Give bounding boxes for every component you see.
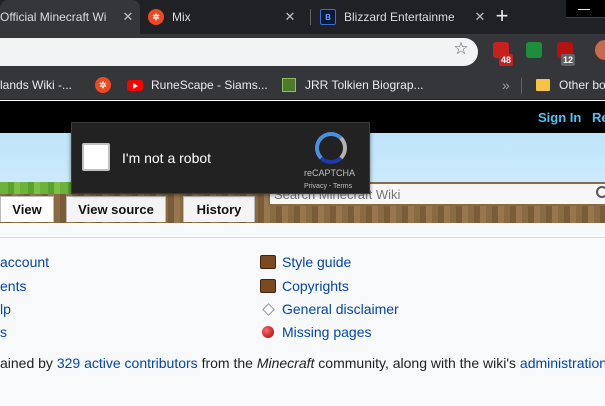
folder-icon: [535, 77, 551, 93]
screen: Official Minecraft Wi ✕ ✲ Mix ✕ B Blizza…: [0, 0, 605, 406]
missing-pages-link[interactable]: Missing pages: [260, 324, 372, 340]
minecraft-name: Minecraft: [256, 355, 315, 371]
tab-title: Blizzard Entertainme: [344, 10, 454, 24]
link-label: Copyrights: [282, 278, 349, 294]
left-link-account[interactable]: account: [0, 254, 49, 270]
close-icon[interactable]: ✕: [282, 9, 298, 25]
tab-view-source[interactable]: View source: [66, 196, 166, 222]
footer-after: community, along with the wiki's: [314, 355, 520, 371]
bookmarks-separator: [521, 78, 522, 94]
link-label: General disclaimer: [282, 301, 399, 317]
left-link-lp[interactable]: lp: [0, 301, 11, 317]
recaptcha-checkbox[interactable]: [82, 143, 110, 171]
administration-link[interactable]: administration: [520, 355, 605, 371]
bookmarks-bar: lands Wiki -... ✲ RuneScape - Siams... J…: [0, 70, 605, 100]
browser-toolbar: [0, 34, 605, 70]
address-bar[interactable]: [0, 38, 478, 66]
recaptcha-logo-icon: [315, 132, 347, 164]
close-icon[interactable]: ✕: [120, 9, 136, 25]
bookmark-runescape[interactable]: RuneScape - Siams...: [127, 70, 268, 100]
style-guide-link[interactable]: Style guide: [260, 254, 351, 270]
youtube-icon: [127, 77, 143, 93]
bookmarks-overflow-icon[interactable]: »: [502, 77, 510, 93]
recaptcha-privacy-terms[interactable]: Privacy - Terms: [304, 183, 352, 190]
red-ball-icon: [262, 326, 274, 338]
left-link-ents[interactable]: ents: [0, 278, 26, 294]
tab-counter-badge: 12: [561, 54, 576, 66]
copyrights-link[interactable]: Copyrights: [260, 278, 349, 294]
wiki-footer-text: ained by 329 active contributors from th…: [0, 355, 605, 371]
jrr-icon: [281, 77, 297, 93]
tab-title: Mix: [172, 10, 191, 24]
content-divider: [0, 237, 605, 238]
contributors-link[interactable]: 329 active contributors: [57, 355, 198, 371]
bookmark-jrr-tolkien[interactable]: JRR Tolkien Biograp...: [281, 70, 424, 100]
link-label: Missing pages: [282, 324, 372, 340]
book-icon: [260, 255, 276, 269]
bookmark-mix[interactable]: ✲: [95, 70, 119, 100]
mix-icon: ✲: [95, 77, 111, 93]
minimize-window-button[interactable]: [566, 0, 605, 18]
recaptcha-brand: reCAPTCHA: [304, 168, 356, 178]
tab-blizzard[interactable]: B Blizzard Entertainme ✕: [320, 0, 488, 34]
close-icon[interactable]: ✕: [472, 9, 488, 25]
browser-tab-strip: Official Minecraft Wi ✕ ✲ Mix ✕ B Blizza…: [0, 0, 605, 34]
blizzard-icon: B: [320, 9, 336, 25]
bookmark-lands-wiki[interactable]: lands Wiki -...: [0, 70, 72, 100]
footer-middle: from the: [197, 355, 257, 371]
bookmark-label: lands Wiki -...: [0, 78, 73, 92]
search-icon[interactable]: [596, 186, 605, 198]
link-label: Style guide: [282, 254, 352, 270]
tab-mix[interactable]: ✲ Mix ✕: [148, 0, 308, 34]
tab-history[interactable]: History: [183, 196, 255, 222]
bookmark-label: RuneScape - Siams...: [151, 78, 268, 92]
tab-separator: [310, 9, 311, 25]
new-tab-button[interactable]: +: [490, 5, 514, 29]
other-bookmarks-folder[interactable]: Other bo: [535, 70, 605, 100]
bookmark-star-icon[interactable]: ☆: [452, 40, 470, 58]
tab-title: Official Minecraft Wi: [0, 10, 107, 24]
other-bookmarks-label: Other bo: [559, 78, 605, 92]
gmail-unread-badge: 48: [499, 54, 514, 66]
bookmark-label: JRR Tolkien Biograp...: [305, 78, 424, 92]
tab-view[interactable]: View: [0, 196, 54, 222]
left-link-s[interactable]: s: [0, 324, 7, 340]
recaptcha-label: I'm not a robot: [122, 150, 212, 166]
book-icon: [260, 279, 276, 293]
download-extension-icon[interactable]: [526, 42, 542, 58]
diamond-outline-icon: [262, 302, 275, 316]
sign-in-link[interactable]: Sign In: [538, 110, 581, 125]
mix-icon: ✲: [148, 9, 164, 25]
tab-minecraft-wiki[interactable]: Official Minecraft Wi ✕: [0, 0, 140, 34]
general-disclaimer-link[interactable]: General disclaimer: [260, 301, 399, 317]
footer-prefix: ained by: [0, 355, 57, 371]
register-link[interactable]: Re: [592, 110, 605, 125]
